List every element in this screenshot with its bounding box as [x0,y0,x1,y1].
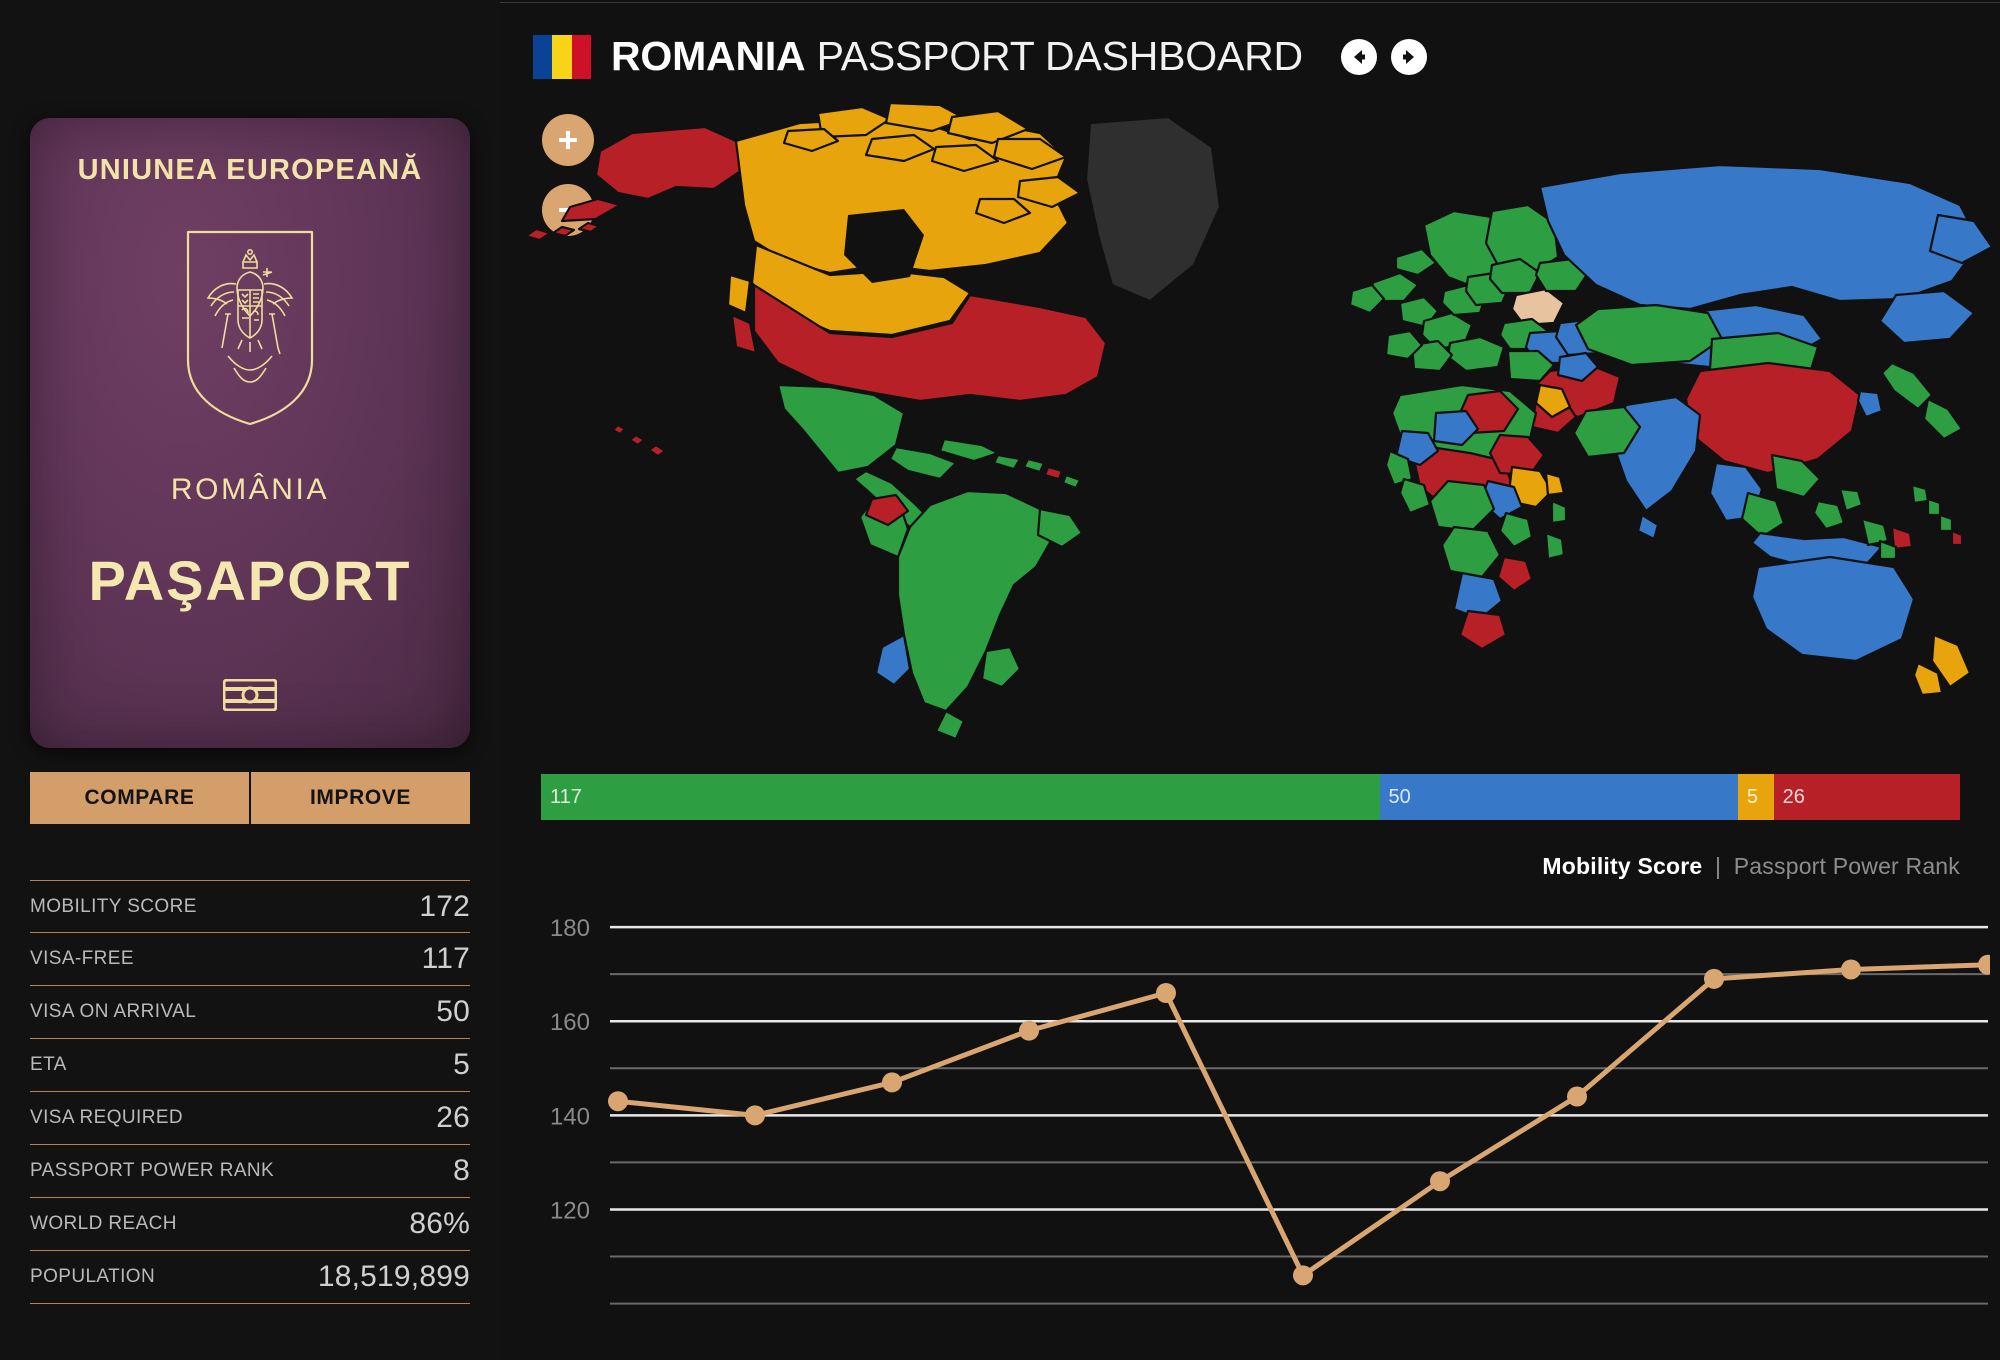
chart-y-tick-label: 180 [550,915,590,942]
table-row: WORLD REACH 86% [30,1198,470,1251]
stat-label: VISA ON ARRIVAL [30,1001,197,1022]
passport-cover-card: UNIUNEA EUROPEANĂ ROMÂNIA PAŞAPORT [30,118,470,748]
stat-label: MOBILITY SCORE [30,895,197,917]
stat-label: ETA [30,1054,67,1075]
chart-series-toggle: Mobility Score | Passport Power Rank [1542,853,1960,880]
passport-union-label: UNIUNEA EUROPEANĂ [77,154,423,186]
stat-label: POPULATION [30,1266,156,1287]
chart-data-point[interactable] [745,1105,765,1126]
compare-button[interactable]: COMPARE [30,772,249,824]
chart-data-point[interactable] [1019,1020,1039,1041]
world-map[interactable] [500,95,2000,745]
passport-country-label: ROMÂNIA [170,473,330,506]
legend-segment-value: 26 [1782,785,1805,808]
table-row: PASSPORT POWER RANK 8 [30,1145,470,1198]
visa-distribution-bar[interactable]: 117 50 5 26 [541,774,1960,820]
legend-segment-visa-required[interactable]: 26 [1773,774,1960,820]
arrow-right-circle-icon[interactable] [1390,38,1427,75]
stat-value: 86% [409,1207,470,1240]
passport-document-word: PAŞAPORT [88,549,412,612]
stat-value: 8 [453,1154,470,1187]
stat-label: PASSPORT POWER RANK [30,1160,275,1181]
chart-data-point[interactable] [882,1072,902,1093]
chart-data-point[interactable] [1430,1171,1450,1192]
romania-flag-icon [533,34,591,79]
chart-data-point[interactable] [1841,959,1861,980]
stat-value: 26 [436,1101,470,1134]
tab-passport-power-rank[interactable]: Passport Power Rank [1734,853,1960,879]
chart-data-point[interactable] [1704,968,1724,989]
header-navigation [1340,38,1427,75]
stat-value: 172 [419,889,470,923]
romania-coat-of-arms-icon [184,228,316,433]
page-title-country: ROMANIA [611,33,806,79]
table-row: MOBILITY SCORE 172 [30,880,470,933]
legend-segment-value: 5 [1746,785,1758,808]
stat-value: 117 [421,942,470,975]
biometric-chip-icon [222,678,278,716]
legend-segment-eta[interactable]: 5 [1737,774,1774,820]
world-map-panel [500,95,2000,755]
arrow-left-circle-icon[interactable] [1340,38,1377,75]
table-row: ETA 5 [30,1039,470,1092]
mobility-score-line-chart[interactable]: 180 160 140 120 [510,885,1990,1355]
page-title: ROMANIA PASSPORT DASHBOARD [611,33,1303,80]
chart-data-point[interactable] [1567,1086,1587,1107]
stat-label: VISA-FREE [30,948,134,969]
left-panel: UNIUNEA EUROPEANĂ ROMÂNIA PAŞAPORT COMPA… [0,0,500,1360]
chart-data-point[interactable] [608,1091,628,1112]
chart-y-tick-label: 140 [550,1103,590,1130]
stat-label: VISA REQUIRED [30,1107,184,1128]
chart-data-point[interactable] [1293,1265,1313,1286]
page-title-suffix: PASSPORT DASHBOARD [805,33,1303,79]
chart-data-point[interactable] [1156,983,1176,1003]
legend-separator: | [1714,853,1722,879]
legend-segment-value: 117 [550,785,582,808]
stat-value: 50 [436,995,470,1028]
table-row: VISA ON ARRIVAL 50 [30,986,470,1039]
stat-value: 5 [453,1048,470,1081]
stat-label: WORLD REACH [30,1213,177,1234]
legend-segment-visa-free[interactable]: 117 [541,774,1380,820]
improve-button[interactable]: IMPROVE [251,772,470,824]
dashboard-root: UNIUNEA EUROPEANĂ ROMÂNIA PAŞAPORT COMPA… [0,0,2000,1360]
table-row: VISA REQUIRED 26 [30,1092,470,1145]
legend-segment-value: 50 [1388,785,1411,808]
chart-data-point[interactable] [1978,954,1990,975]
table-row: VISA-FREE 117 [30,933,470,986]
chart-y-tick-label: 160 [550,1009,590,1036]
legend-segment-visa-on-arrival[interactable]: 50 [1379,774,1738,820]
table-row: POPULATION 18,519,899 [30,1251,470,1304]
chart-series-line [615,962,1990,1278]
action-buttons: COMPARE IMPROVE [30,772,470,824]
page-header: ROMANIA PASSPORT DASHBOARD [533,33,1427,80]
chart-y-tick-label: 120 [550,1197,590,1224]
stats-table: MOBILITY SCORE 172 VISA-FREE 117 VISA ON… [30,880,470,1304]
stat-value: 18,519,899 [317,1260,470,1293]
tab-mobility-score[interactable]: Mobility Score [1542,853,1702,879]
